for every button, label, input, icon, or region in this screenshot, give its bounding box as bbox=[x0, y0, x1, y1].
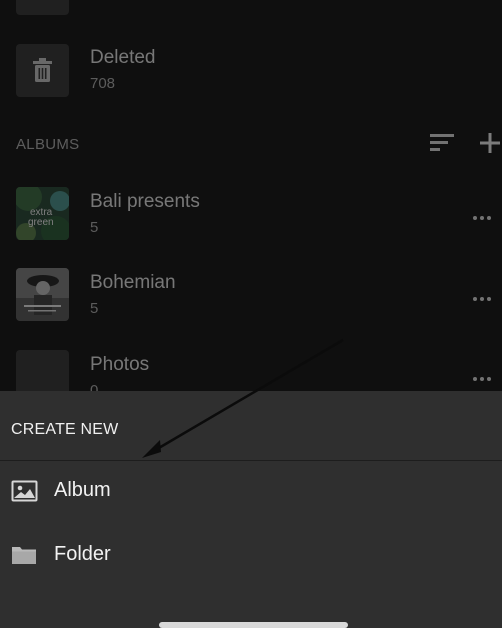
album-title: Photos bbox=[90, 354, 150, 375]
album-thumbnail bbox=[16, 268, 69, 321]
more-options-icon[interactable] bbox=[472, 294, 492, 304]
album-list-background: Deleted 708 ALBUMS extra green Bali pres… bbox=[0, 0, 502, 403]
album-row-bali-presents[interactable]: extra green Bali presents 5 bbox=[0, 183, 502, 247]
folder-icon bbox=[12, 547, 36, 564]
image-icon bbox=[11, 480, 38, 502]
deleted-count: 708 bbox=[90, 75, 116, 92]
add-album-icon[interactable] bbox=[480, 133, 500, 153]
home-indicator bbox=[159, 622, 348, 628]
album-thumbnail: extra green bbox=[16, 187, 69, 240]
albums-section-header: ALBUMS bbox=[16, 136, 80, 153]
more-options-icon[interactable] bbox=[472, 213, 492, 223]
more-options-icon[interactable] bbox=[472, 374, 492, 384]
sheet-divider bbox=[0, 460, 502, 461]
album-count: 5 bbox=[90, 300, 99, 317]
svg-text:green: green bbox=[28, 217, 54, 228]
create-folder-option[interactable]: Folder bbox=[0, 529, 502, 585]
create-album-option[interactable]: Album bbox=[0, 465, 502, 521]
trash-icon bbox=[16, 44, 69, 97]
sheet-title: CREATE NEW bbox=[11, 421, 119, 438]
folder-option-label: Folder bbox=[54, 543, 111, 565]
deleted-title: Deleted bbox=[90, 47, 156, 68]
create-new-sheet: CREATE NEW Album Folder bbox=[0, 391, 502, 628]
sort-icon[interactable] bbox=[430, 133, 454, 153]
album-count: 5 bbox=[90, 219, 99, 236]
album-row-bohemian[interactable]: Bohemian 5 bbox=[0, 264, 502, 328]
album-title: Bali presents bbox=[90, 191, 200, 212]
partial-row-thumbnail bbox=[16, 0, 69, 15]
album-option-label: Album bbox=[54, 479, 111, 501]
album-title: Bohemian bbox=[90, 272, 176, 293]
deleted-row[interactable]: Deleted 708 bbox=[0, 40, 502, 104]
